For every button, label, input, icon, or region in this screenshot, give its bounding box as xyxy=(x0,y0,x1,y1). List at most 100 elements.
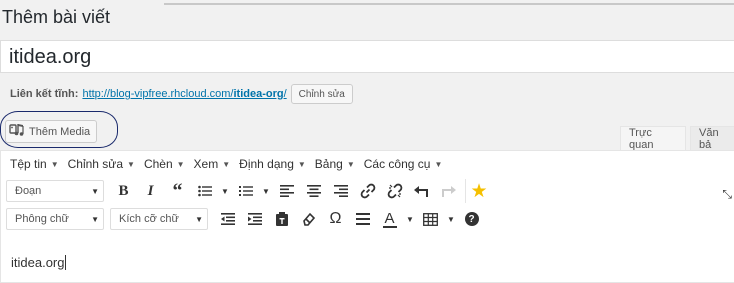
text-color-dropdown[interactable]: ▼ xyxy=(403,207,417,231)
menu-format-label: Định dạng xyxy=(239,157,294,171)
clear-formatting-button[interactable] xyxy=(295,207,322,231)
undo-icon xyxy=(414,185,429,198)
caret-down-icon: ▼ xyxy=(447,214,455,224)
text-color-swatch xyxy=(382,225,397,228)
font-size-select-value: Kích cỡ chữ xyxy=(119,213,179,225)
permalink-link[interactable]: http://blog-vipfree.rhcloud.com/itidea-o… xyxy=(82,88,286,100)
menu-insert-label: Chèn xyxy=(143,157,173,171)
editor-menubar: Tệp tin ▼ Chỉnh sửa ▼ Chèn ▼ Xem ▼ Định dạng… xyxy=(1,151,734,177)
bold-icon: B xyxy=(118,182,129,199)
table-icon xyxy=(423,212,438,226)
star-button[interactable]: ★ xyxy=(465,179,492,203)
menu-view[interactable]: Xem ▼ xyxy=(194,157,231,171)
add-media-label: Thêm Media xyxy=(29,125,91,138)
content-text: itidea.org xyxy=(11,255,65,270)
menu-file-label: Tệp tin xyxy=(10,157,47,171)
menu-file[interactable]: Tệp tin ▼ xyxy=(10,157,59,171)
horizontal-line-button[interactable] xyxy=(349,207,376,231)
horizontal-rule-icon xyxy=(355,213,370,225)
caret-down-icon: ▼ xyxy=(222,159,231,169)
italic-button[interactable]: I xyxy=(137,179,164,203)
unlink-icon xyxy=(387,183,403,199)
table-button[interactable] xyxy=(417,207,444,231)
caret-down-icon: ▼ xyxy=(195,214,203,224)
caret-down-icon: ▼ xyxy=(262,186,270,196)
font-family-select[interactable]: Phông chữ ▼ xyxy=(6,208,104,230)
align-left-icon xyxy=(279,185,294,197)
quote-icon: “ xyxy=(172,179,183,202)
font-family-select-value: Phông chữ xyxy=(15,213,69,225)
italic-icon: I xyxy=(147,182,154,199)
text-color-icon: A xyxy=(384,209,395,227)
caret-down-icon: ▼ xyxy=(50,159,59,169)
permalink-label: Liên kết tĩnh: xyxy=(10,88,79,100)
bullet-list-button[interactable] xyxy=(191,179,218,203)
permalink-url-suffix: / xyxy=(283,88,287,100)
permalink-row: Liên kết tĩnh: http://blog-vipfree.rhclo… xyxy=(10,84,353,104)
fullscreen-icon[interactable]: ⤡ xyxy=(722,187,732,202)
link-icon xyxy=(360,183,376,199)
indent-icon xyxy=(247,213,262,225)
help-icon: ? xyxy=(464,212,479,226)
indent-button[interactable] xyxy=(241,207,268,231)
caret-down-icon: ▼ xyxy=(91,214,99,224)
menu-view-label: Xem xyxy=(193,157,219,171)
menu-insert[interactable]: Chèn ▼ xyxy=(144,157,185,171)
insert-link-button[interactable] xyxy=(354,179,381,203)
editor: Tệp tin ▼ Chỉnh sửa ▼ Chèn ▼ Xem ▼ Định dạng… xyxy=(0,150,734,283)
redo-button[interactable] xyxy=(435,179,462,203)
outdent-icon xyxy=(220,213,235,225)
align-right-button[interactable] xyxy=(327,179,354,203)
numbered-list-button[interactable] xyxy=(232,179,259,203)
remove-link-button[interactable] xyxy=(381,179,408,203)
paste-text-button[interactable] xyxy=(268,207,295,231)
caret-down-icon: ▼ xyxy=(176,159,185,169)
menu-edit-label: Chỉnh sửa xyxy=(67,157,124,171)
help-button[interactable]: ? xyxy=(458,207,485,231)
menu-table-label: Bảng xyxy=(314,157,343,171)
undo-button[interactable] xyxy=(408,179,435,203)
page-title: Thêm bài viết xyxy=(2,7,111,27)
special-character-button[interactable]: Ω xyxy=(322,207,349,231)
menu-tools-label: Các công cụ xyxy=(363,157,431,171)
star-icon: ★ xyxy=(470,180,488,202)
clipboard-icon xyxy=(275,212,288,226)
caret-down-icon: ▼ xyxy=(406,214,414,224)
caret-down-icon: ▼ xyxy=(127,159,135,169)
text-color-button[interactable]: A xyxy=(376,207,403,231)
caret-down-icon: ▼ xyxy=(221,186,229,196)
table-dropdown[interactable]: ▼ xyxy=(444,207,458,231)
menu-table[interactable]: Bảng ▼ xyxy=(315,157,355,171)
menu-edit[interactable]: Chỉnh sửa ▼ xyxy=(68,157,135,171)
numbered-list-icon xyxy=(238,185,253,197)
font-size-select[interactable]: Kích cỡ chữ ▼ xyxy=(110,208,208,230)
permalink-url-prefix: http://blog-vipfree.rhcloud.com/ xyxy=(82,88,234,100)
tab-text[interactable]: Văn bả xyxy=(690,126,734,151)
post-title-input[interactable] xyxy=(1,41,734,69)
bullet-list-icon xyxy=(197,185,212,197)
text-cursor xyxy=(65,255,67,270)
align-right-icon xyxy=(333,185,348,197)
editor-toolbar-row-1: Đoạn ▼ B I “ ▼ ▼ ★ xyxy=(1,177,734,205)
format-select[interactable]: Đoạn ▼ xyxy=(6,180,104,202)
editor-content[interactable]: itidea.org xyxy=(1,233,734,270)
align-left-button[interactable] xyxy=(273,179,300,203)
bold-button[interactable]: B xyxy=(110,179,137,203)
numbered-list-dropdown[interactable]: ▼ xyxy=(259,179,273,203)
menu-tools[interactable]: Các công cụ ▼ xyxy=(364,157,443,171)
caret-down-icon: ▼ xyxy=(91,186,99,196)
post-title-field[interactable] xyxy=(0,40,734,73)
bullet-list-dropdown[interactable]: ▼ xyxy=(218,179,232,203)
menu-format[interactable]: Định dạng ▼ xyxy=(239,157,306,171)
blockquote-button[interactable]: “ xyxy=(164,179,191,203)
caret-down-icon: ▼ xyxy=(434,159,443,169)
top-strip xyxy=(0,0,734,6)
eraser-icon xyxy=(302,212,316,226)
outdent-button[interactable] xyxy=(214,207,241,231)
top-divider xyxy=(164,3,734,5)
align-center-button[interactable] xyxy=(300,179,327,203)
omega-icon: Ω xyxy=(329,210,342,227)
tab-visual[interactable]: Trực quan xyxy=(620,126,686,151)
add-media-button[interactable]: Thêm Media xyxy=(5,120,98,143)
edit-permalink-button[interactable]: Chỉnh sửa xyxy=(290,84,353,104)
